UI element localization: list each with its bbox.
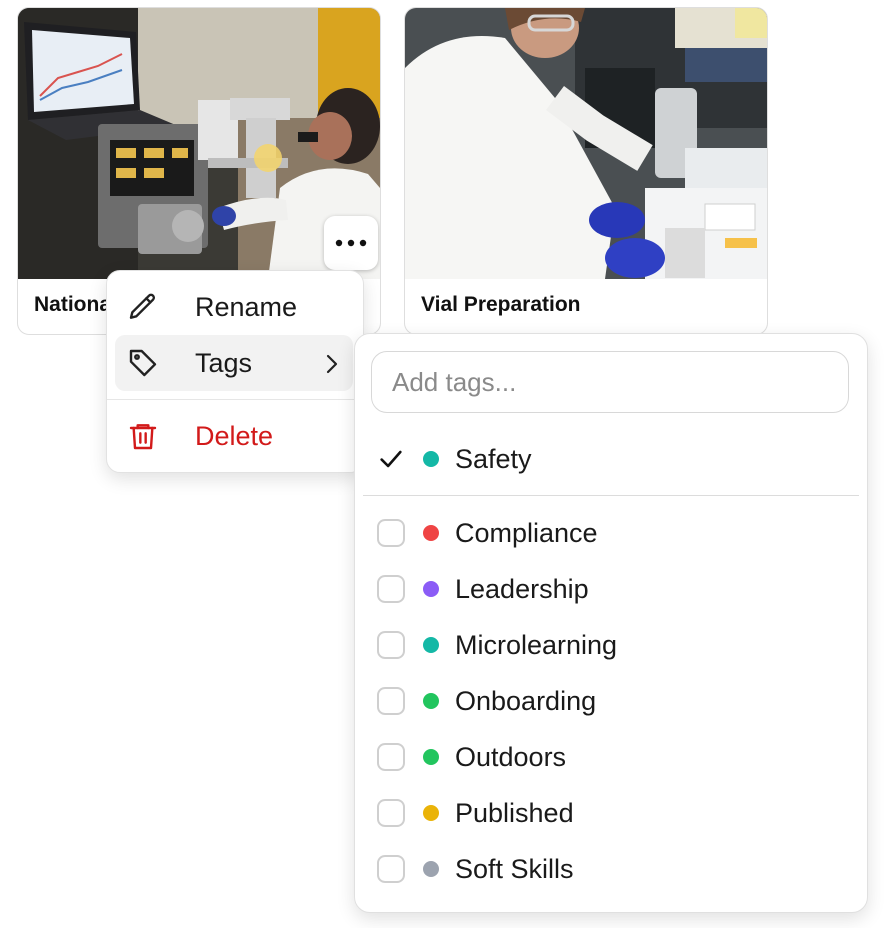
tag-label: Published: [455, 797, 574, 828]
tag-color-dot: [423, 637, 439, 653]
tag-label: Safety: [455, 443, 532, 474]
tag-color-dot: [423, 805, 439, 821]
card-title: Vial Preparation: [421, 293, 581, 316]
ellipsis-icon: [335, 239, 367, 247]
tags-label: Tags: [195, 347, 253, 378]
tag-option-leadership[interactable]: Leadership: [355, 564, 867, 614]
tag-checkbox[interactable]: [377, 519, 405, 547]
menu-divider: [107, 399, 363, 400]
trash-icon: [127, 420, 167, 452]
tag-icon: [127, 347, 167, 379]
tag-checkbox[interactable]: [377, 631, 405, 659]
tag-color-dot: [423, 451, 439, 467]
chevron-right-icon: [325, 353, 339, 380]
delete-menu-item[interactable]: Delete: [115, 408, 353, 464]
tag-option-safety[interactable]: Safety: [355, 434, 867, 484]
tag-option-outdoors[interactable]: Outdoors: [355, 732, 867, 782]
tag-option-soft-skills[interactable]: Soft Skills: [355, 844, 867, 894]
tag-label: Onboarding: [455, 685, 597, 716]
card-context-menu: Rename Tags Delete: [106, 270, 364, 473]
pencil-icon: [127, 291, 167, 323]
tags-menu-item[interactable]: Tags: [115, 335, 353, 391]
rename-menu-item[interactable]: Rename: [115, 279, 353, 335]
tag-label: Soft Skills: [455, 853, 574, 884]
tag-label: Leadership: [455, 573, 589, 604]
tag-option-onboarding[interactable]: Onboarding: [355, 676, 867, 726]
tag-label: Outdoors: [455, 741, 567, 772]
card-title: National: [34, 293, 117, 316]
tag-checkbox[interactable]: [377, 743, 405, 771]
tag-option-published[interactable]: Published: [355, 788, 867, 838]
more-options-button[interactable]: [324, 216, 378, 270]
rename-label: Rename: [195, 291, 298, 322]
tag-color-dot: [423, 861, 439, 877]
tag-checkbox[interactable]: [377, 855, 405, 883]
tag-checkbox[interactable]: [377, 799, 405, 827]
checkmark-icon: [375, 443, 407, 475]
tags-panel: Safety Compliance Leadership Microlearni…: [354, 333, 868, 913]
delete-label: Delete: [195, 420, 274, 451]
tag-checkbox[interactable]: [377, 575, 405, 603]
tag-option-compliance[interactable]: Compliance: [355, 508, 867, 558]
tag-color-dot: [423, 693, 439, 709]
tag-label: Microlearning: [455, 629, 618, 660]
add-tags-input[interactable]: [371, 351, 849, 413]
tag-checkbox[interactable]: [377, 687, 405, 715]
media-card[interactable]: Vial Preparation: [404, 7, 768, 335]
tag-color-dot: [423, 581, 439, 597]
tag-list-divider: [363, 495, 859, 496]
tag-color-dot: [423, 749, 439, 765]
tag-color-dot: [423, 525, 439, 541]
tag-label: Compliance: [455, 517, 598, 548]
tag-option-microlearning[interactable]: Microlearning: [355, 620, 867, 670]
card-thumbnail-vial-preparation: [405, 8, 767, 279]
